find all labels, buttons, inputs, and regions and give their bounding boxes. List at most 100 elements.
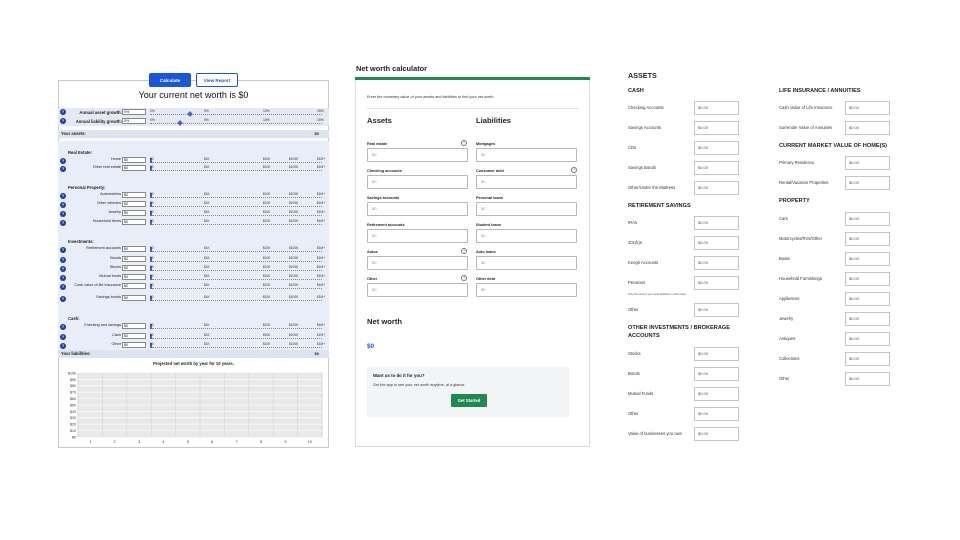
question-circle-icon[interactable]: ?	[60, 166, 66, 172]
assets-header[interactable]: Your assets: $0	[58, 130, 329, 138]
question-circle-icon[interactable]: ?	[60, 118, 66, 124]
question-circle-icon[interactable]: ?	[60, 247, 66, 253]
question-circle-icon[interactable]: ?	[60, 202, 66, 208]
value-slider[interactable]	[152, 224, 322, 225]
value-slider[interactable]	[152, 261, 322, 262]
asset-value-input[interactable]: $0	[122, 256, 146, 262]
value-slider[interactable]	[152, 279, 322, 280]
asset-growth-slider-handle[interactable]	[187, 111, 193, 117]
field-input[interactable]: $0.00	[845, 176, 890, 190]
liabilities-field-input[interactable]: $0	[476, 175, 577, 189]
liabilities-field-input[interactable]: $0	[476, 283, 577, 297]
value-slider[interactable]	[152, 338, 322, 339]
assets-field-input[interactable]: $0	[367, 148, 468, 162]
calculate-button[interactable]: Calculate	[149, 73, 191, 87]
liabilities-field-input[interactable]: $0	[476, 229, 577, 243]
value-slider[interactable]	[152, 328, 322, 329]
field-input[interactable]: $0.00	[694, 387, 739, 401]
value-slider[interactable]	[152, 288, 322, 289]
asset-value-input[interactable]: $0	[122, 219, 146, 225]
field-input[interactable]: $0.00	[845, 252, 890, 266]
asset-growth-slider[interactable]	[150, 114, 322, 115]
liability-growth-slider-handle[interactable]	[177, 120, 183, 126]
asset-growth-input[interactable]: 0%	[122, 109, 146, 115]
asset-value-input[interactable]: $0	[122, 165, 146, 171]
value-slider[interactable]	[152, 170, 322, 171]
field-input[interactable]: $0.00	[845, 121, 890, 135]
question-circle-icon[interactable]: ?	[60, 220, 66, 226]
field-input[interactable]: $0.00	[694, 407, 739, 421]
asset-value-input[interactable]: $0	[122, 283, 146, 289]
field-input[interactable]: $0.00	[694, 101, 739, 115]
field-input[interactable]: $0.00	[845, 212, 890, 226]
question-circle-icon[interactable]: ?	[60, 193, 66, 199]
liability-growth-input[interactable]: 0%	[122, 118, 146, 124]
field-input[interactable]: $0.00	[845, 292, 890, 306]
field-input[interactable]: $0.00	[694, 216, 739, 230]
field-input[interactable]: $0.00	[694, 121, 739, 135]
liabilities-field-input[interactable]: $0	[476, 256, 577, 270]
assets-field-input[interactable]: $0	[367, 283, 468, 297]
assets-field-input[interactable]: $0	[367, 202, 468, 216]
question-circle-icon[interactable]: ?	[60, 109, 66, 115]
value-slider[interactable]	[152, 347, 322, 348]
question-circle-icon[interactable]: ?	[60, 284, 66, 290]
field-input[interactable]: $0.00	[694, 141, 739, 155]
value-slider[interactable]	[152, 206, 322, 207]
help-circle-icon[interactable]: ?	[461, 275, 467, 281]
field-input[interactable]: $0.00	[845, 312, 890, 326]
asset-value-input[interactable]: $0	[122, 323, 146, 329]
field-input[interactable]: $0.00	[845, 101, 890, 115]
help-circle-icon[interactable]: ?	[461, 248, 467, 254]
view-report-button[interactable]: View Report	[196, 73, 238, 87]
field-input[interactable]: $0.00	[694, 181, 739, 195]
field-input[interactable]: $0.00	[694, 303, 739, 317]
asset-value-input[interactable]: $0	[122, 295, 146, 301]
asset-value-input[interactable]: $0	[122, 201, 146, 207]
field-input[interactable]: $0.00	[694, 161, 739, 175]
field-input[interactable]: $0.00	[694, 347, 739, 361]
asset-value-input[interactable]: $0	[122, 333, 146, 339]
field-input[interactable]: $0.00	[845, 156, 890, 170]
asset-value-input[interactable]: $0	[122, 192, 146, 198]
field-input[interactable]: $0.00	[845, 352, 890, 366]
help-circle-icon[interactable]: ?	[571, 167, 577, 173]
asset-value-input[interactable]: $0	[122, 157, 146, 163]
value-slider[interactable]	[152, 251, 322, 252]
liabilities-field-input[interactable]: $0	[476, 148, 577, 162]
assets-field-input[interactable]: $0	[367, 175, 468, 189]
question-circle-icon[interactable]: ?	[60, 275, 66, 281]
field-input[interactable]: $0.00	[694, 236, 739, 250]
asset-value-input[interactable]: $0	[122, 210, 146, 216]
question-circle-icon[interactable]: ?	[60, 266, 66, 272]
question-circle-icon[interactable]: ?	[60, 211, 66, 217]
question-circle-icon[interactable]: ?	[60, 334, 66, 340]
field-input[interactable]: $0.00	[845, 372, 890, 386]
field-input[interactable]: $0.00	[694, 256, 739, 270]
question-circle-icon[interactable]: ?	[60, 324, 66, 330]
field-input[interactable]: $0.00	[845, 232, 890, 246]
question-circle-icon[interactable]: ?	[60, 343, 66, 349]
assets-field-input[interactable]: $0	[367, 229, 468, 243]
assets-field-input[interactable]: $0	[367, 256, 468, 270]
help-circle-icon[interactable]: ?	[461, 140, 467, 146]
field-input[interactable]: $0.00	[694, 276, 739, 290]
field-input[interactable]: $0.00	[845, 272, 890, 286]
question-circle-icon[interactable]: ?	[60, 158, 66, 164]
value-slider[interactable]	[152, 197, 322, 198]
value-slider[interactable]	[152, 300, 322, 301]
value-slider[interactable]	[152, 270, 322, 271]
liabilities-field-input[interactable]: $0	[476, 202, 577, 216]
liability-growth-slider[interactable]	[150, 123, 322, 124]
field-input[interactable]: $0.00	[694, 367, 739, 381]
get-started-button[interactable]: Get Started	[451, 394, 487, 407]
asset-value-input[interactable]: $0	[122, 265, 146, 271]
asset-value-input[interactable]: $0	[122, 342, 146, 348]
value-slider[interactable]	[152, 162, 322, 163]
liabilities-header[interactable]: Your liabilities: $0	[58, 350, 329, 358]
value-slider[interactable]	[152, 215, 322, 216]
question-circle-icon[interactable]: ?	[60, 296, 66, 302]
asset-value-input[interactable]: $0	[122, 246, 146, 252]
field-input[interactable]: $0.00	[694, 427, 739, 441]
asset-value-input[interactable]: $0	[122, 274, 146, 280]
